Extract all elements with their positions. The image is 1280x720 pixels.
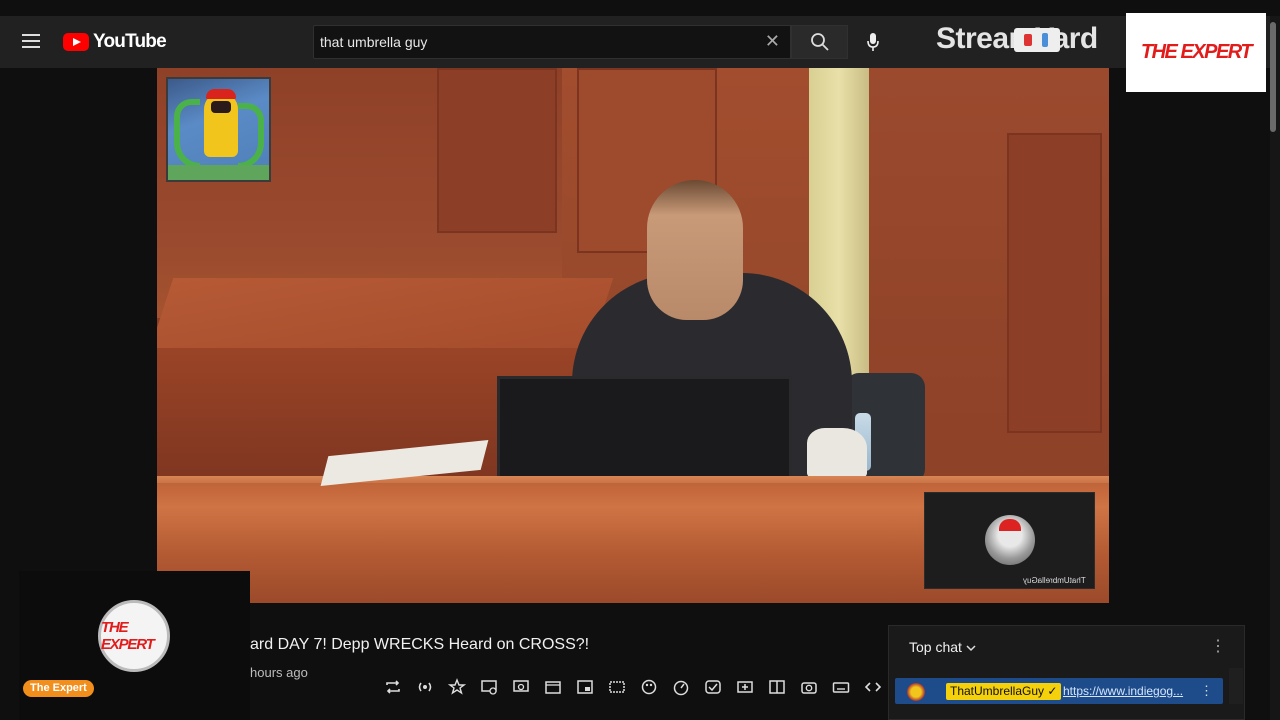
streamyard-mark-icon: [1014, 28, 1060, 52]
hamburger-menu-icon[interactable]: [22, 34, 42, 50]
youtube-play-icon: [63, 33, 89, 51]
ground-shape: [168, 165, 269, 180]
courtroom-monitor: [497, 376, 792, 486]
check-icon[interactable]: [700, 674, 726, 700]
voice-search-button[interactable]: [860, 27, 886, 57]
screen-view-icon[interactable]: [508, 674, 534, 700]
add-screen-icon[interactable]: [732, 674, 758, 700]
repeat-icon[interactable]: [380, 674, 406, 700]
clear-icon[interactable]: ✕: [765, 31, 780, 52]
search-input[interactable]: that umbrella guy ✕: [313, 25, 791, 59]
message-more-icon[interactable]: ⋮: [1200, 683, 1213, 699]
broadcast-icon[interactable]: [412, 674, 438, 700]
chat-message-link[interactable]: https://www.indiegog...: [1063, 684, 1183, 698]
chat-mode-dropdown[interactable]: Top chat: [909, 639, 976, 655]
screen-block-icon[interactable]: [476, 674, 502, 700]
tentacle-shape: [174, 99, 200, 169]
search-icon: [810, 33, 829, 51]
red-hat: [206, 89, 236, 99]
chat-author-name[interactable]: ThatUmbrellaGuy ✓: [946, 683, 1062, 700]
chat-header: Top chat ⋮: [889, 626, 1244, 668]
top-bar: YouTube that umbrella guy ✕ StreamYard: [0, 16, 1270, 68]
search-query[interactable]: that umbrella guy: [320, 34, 427, 50]
wall-panel: [1007, 133, 1102, 433]
umbrella-guy-avatar-overlay: [166, 77, 271, 182]
youtube-logo[interactable]: YouTube: [63, 31, 167, 53]
palette-icon[interactable]: [636, 674, 662, 700]
keyboard-icon[interactable]: [828, 674, 854, 700]
page: YouTube that umbrella guy ✕ StreamYard T…: [0, 0, 1280, 720]
chat-mode-label: Top chat: [909, 639, 962, 655]
guest-name-label: ThatUmbrellaGuy: [1023, 576, 1086, 585]
tentacle-shape: [238, 103, 264, 169]
tissue-box: [807, 428, 867, 478]
extension-toolbar: [380, 674, 886, 700]
pinned-chat-message[interactable]: ThatUmbrellaGuy ✓ https://www.indiegog..…: [895, 678, 1223, 704]
logo-text: YouTube: [93, 31, 167, 52]
film-icon[interactable]: [540, 674, 566, 700]
guest-camera-box: ThatUmbrellaGuy: [924, 492, 1095, 589]
subtitles-icon[interactable]: [604, 674, 630, 700]
code-icon[interactable]: [860, 674, 886, 700]
picture-in-picture-icon[interactable]: [572, 674, 598, 700]
wall-panel: [437, 68, 557, 233]
speed-icon[interactable]: [668, 674, 694, 700]
video-title: ard DAY 7! Depp WRECKS Heard on CROSS?!: [250, 636, 590, 653]
expert-corner-badge: THE EXPERT: [1126, 13, 1266, 92]
channel-name-pill[interactable]: The Expert: [23, 680, 94, 697]
split-icon[interactable]: [764, 674, 790, 700]
chat-scrollbar[interactable]: [1229, 668, 1243, 704]
search-button[interactable]: [791, 25, 848, 59]
video-upload-time: hours ago: [250, 665, 308, 680]
chat-more-icon[interactable]: ⋮: [1210, 636, 1226, 656]
live-chat-panel: Top chat ⋮ ThatUmbrellaGuy ✓ https://www…: [888, 625, 1245, 720]
figure-face: [211, 101, 231, 113]
page-scrollbar-thumb[interactable]: [1270, 22, 1276, 132]
witness-head: [647, 180, 743, 320]
microphone-icon: [867, 33, 879, 51]
channel-avatar[interactable]: THE EXPERT: [98, 600, 170, 672]
camera-icon[interactable]: [796, 674, 822, 700]
expert-badge-text: THE EXPERT: [1140, 41, 1253, 63]
chat-author-avatar: [907, 683, 925, 701]
chevron-down-icon: [966, 645, 976, 652]
channel-avatar-text: THE EXPERT: [101, 619, 155, 653]
guest-avatar: [985, 515, 1035, 565]
star-icon[interactable]: [444, 674, 470, 700]
